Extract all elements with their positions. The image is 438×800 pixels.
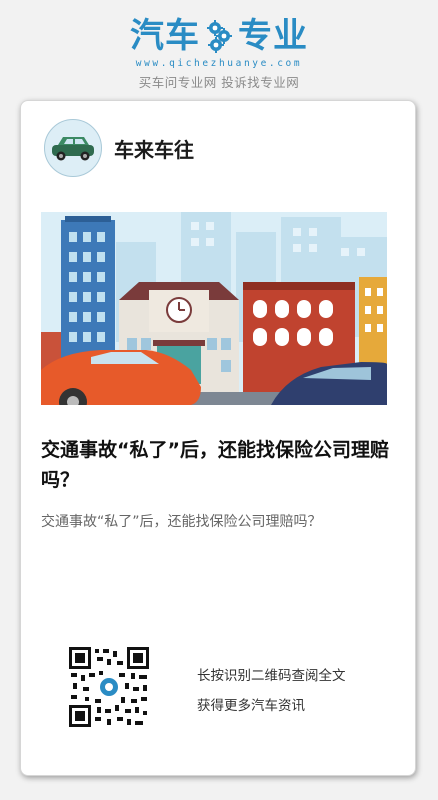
brand-word-left: 汽车 [130, 16, 200, 56]
brand-tagline: 买车问专业网 投诉找专业网 [138, 75, 300, 90]
qr-line-1: 长按识别二维码查阅全文 [197, 668, 346, 684]
gears-icon [207, 20, 232, 53]
qr-instructions: 长按识别二维码查阅全文 获得更多汽车资讯 [197, 661, 346, 721]
brand-header: 汽车 专业 www.qichezhuanye.com 买车问专业网 投诉找专业网 [0, 16, 438, 91]
article-title[interactable]: 交通事故“私了”后，还能找保险公司理赔吗？ [41, 435, 397, 495]
city-traffic-illustration [41, 212, 387, 405]
brand-logo: 汽车 专业 [0, 16, 438, 56]
share-card: 车来车往 交通事故“私了”后，还能找保险公司理赔吗？ 交通事故“私了”后，还能找… [20, 100, 416, 776]
brand-url: www.qichezhuanye.com [135, 58, 303, 69]
brand-word-right: 专业 [238, 16, 308, 56]
article-summary: 交通事故“私了”后，还能找保险公司理赔吗？ [41, 514, 322, 530]
article-hero-image[interactable] [41, 212, 387, 405]
qr-line-2: 获得更多汽车资讯 [197, 698, 305, 714]
qr-code-icon[interactable] [69, 647, 149, 727]
account-header[interactable]: 车来车往 [44, 119, 194, 177]
account-name[interactable]: 车来车往 [114, 134, 194, 163]
account-avatar[interactable] [44, 119, 102, 177]
green-car-icon [52, 137, 94, 161]
